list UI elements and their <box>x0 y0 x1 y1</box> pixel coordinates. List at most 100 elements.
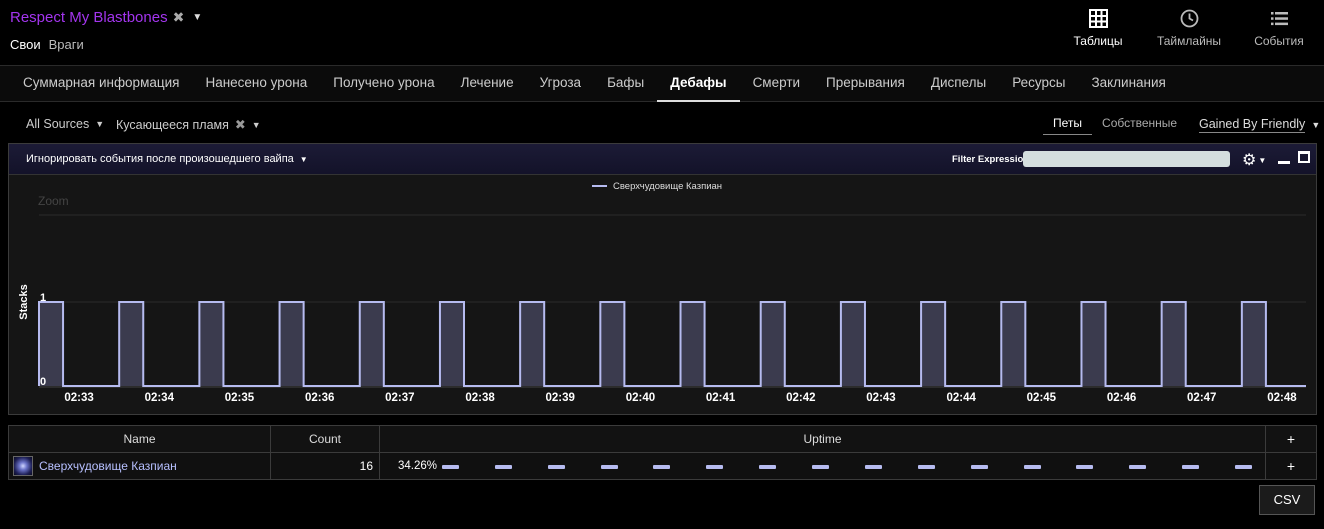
uptime-bar <box>442 465 1252 469</box>
ignore-wipe-dropdown[interactable]: Игнорировать события после произошедшего… <box>26 153 308 165</box>
creature-icon <box>13 456 33 476</box>
tab-damage-taken[interactable]: Получено урона <box>320 66 447 102</box>
report-name[interactable]: Respect My Blastbones <box>10 9 168 26</box>
x-tick-label: 02:42 <box>786 392 815 404</box>
row-plus-button[interactable]: + <box>1265 452 1317 480</box>
faction-tab-friendly[interactable]: Свои <box>10 37 41 52</box>
source-filter-label: All Sources <box>26 117 90 131</box>
tab-deaths[interactable]: Смерти <box>740 66 813 102</box>
row-uptime-percent: 34.26% <box>398 460 438 472</box>
source-filter[interactable]: All Sources ▼ <box>26 117 104 131</box>
uptime-segment <box>494 465 512 469</box>
stack-bar <box>840 302 865 386</box>
chart-grid <box>39 214 1306 388</box>
view-timelines[interactable]: Таймлайны <box>1144 0 1234 66</box>
chevron-down-icon: ▼ <box>299 154 308 164</box>
stack-bar <box>119 302 144 386</box>
stack-bar <box>600 302 625 386</box>
tab-interrupts[interactable]: Прерывания <box>813 66 918 102</box>
tab-resources[interactable]: Ресурсы <box>999 66 1078 102</box>
stack-bar <box>921 302 946 386</box>
pets-option[interactable]: Петы <box>1043 112 1093 135</box>
zoom-label[interactable]: Zoom <box>38 194 69 208</box>
stacks-chart[interactable]: Сверхчудовище Казпиан Zoom Stacks 0 1 02:3… <box>9 175 1316 414</box>
ability-filter[interactable]: Кусающееся пламя ✖ ▼ <box>116 117 261 133</box>
row-name-link[interactable]: Сверхчудовище Казпиан <box>39 459 177 473</box>
filter-expression-input[interactable] <box>1023 151 1230 167</box>
list-icon <box>1270 12 1288 26</box>
chevron-down-icon[interactable]: ▼ <box>252 120 261 130</box>
chart-svg: Сверхчудовище Казпиан Zoom Stacks 0 1 02:3… <box>18 181 1306 404</box>
gained-by-filter[interactable]: Gained By Friendly ▼ <box>1199 117 1320 133</box>
maximize-button[interactable] <box>1298 151 1310 163</box>
row-name-cell: Сверхчудовище Казпиан <box>8 452 271 480</box>
uptime-segment <box>1076 465 1094 469</box>
tab-debuffs[interactable]: Дебафы <box>657 66 740 102</box>
chart-legend: Сверхчудовище Казпиан <box>592 181 722 192</box>
x-tick-label: 02:48 <box>1267 392 1297 404</box>
settings-menu[interactable]: ⚙ ▼ <box>1242 150 1266 170</box>
report-title[interactable]: Respect My Blastbones ✖ ▼ <box>10 9 202 26</box>
chevron-down-icon: ▼ <box>1311 120 1321 130</box>
x-tick-label: 02:47 <box>1187 392 1216 404</box>
ignore-wipe-label: Игнорировать события после произошедшего… <box>26 153 294 165</box>
stack-bar <box>39 302 64 386</box>
csv-button[interactable]: CSV <box>1259 485 1315 515</box>
gear-icon: ⚙ <box>1242 152 1257 169</box>
tab-summary[interactable]: Суммарная информация <box>10 66 192 102</box>
view-events-label: События <box>1254 34 1304 48</box>
x-tick-label: 02:33 <box>64 392 93 404</box>
uptime-segment <box>1235 465 1252 469</box>
x-tick-label: 02:41 <box>706 392 736 404</box>
table-header-row: Name Count Uptime + <box>8 425 1317 453</box>
tab-dispels[interactable]: Диспелы <box>918 66 999 102</box>
table-row[interactable]: Сверхчудовище Казпиан 16 34.26% + <box>8 452 1317 480</box>
row-count: 16 <box>270 452 380 480</box>
x-tick-label: 02:37 <box>385 392 414 404</box>
chevron-down-icon: ▼ <box>95 119 105 129</box>
uptime-segment <box>706 465 724 469</box>
faction-tab-enemies[interactable]: Враги <box>49 37 84 52</box>
tab-threat[interactable]: Угроза <box>527 66 594 102</box>
uptime-segment <box>442 465 459 469</box>
x-tick-label: 02:39 <box>546 392 575 404</box>
minimize-button[interactable] <box>1278 161 1290 164</box>
uptime-segment <box>1023 465 1041 469</box>
view-tables-label: Таблицы <box>1073 34 1123 48</box>
filter-expression-label: Filter Expression: <box>952 154 1033 165</box>
pets-toggle: Петы Собственные <box>1043 112 1187 135</box>
header-plus-button[interactable]: + <box>1265 425 1317 453</box>
x-tick-label: 02:44 <box>946 392 976 404</box>
own-option[interactable]: Собственные <box>1092 112 1187 135</box>
y-tick-label: 0 <box>40 376 46 388</box>
stack-bar <box>199 302 224 386</box>
header-uptime[interactable]: Uptime <box>379 425 1266 453</box>
view-switcher: Таблицы Таймлайны События <box>1052 0 1324 66</box>
faction-tabs: Свои Враги <box>10 37 84 52</box>
tab-casts[interactable]: Заклинания <box>1078 66 1178 102</box>
stack-bar <box>520 302 545 386</box>
report-tabs: Суммарная информация Нанесено урона Полу… <box>0 65 1324 102</box>
y-axis-label: Stacks <box>18 284 30 319</box>
uptime-segment <box>864 465 882 469</box>
view-tables[interactable]: Таблицы <box>1052 0 1144 66</box>
close-icon[interactable]: ✖ <box>173 9 185 26</box>
stack-bar <box>1241 302 1266 386</box>
uptime-segment <box>547 465 565 469</box>
header-count[interactable]: Count <box>270 425 380 453</box>
view-events[interactable]: События <box>1234 0 1324 66</box>
chart-series <box>38 301 1306 387</box>
clear-ability-icon[interactable]: ✖ <box>235 117 246 133</box>
stack-bar <box>439 302 465 386</box>
ability-filter-label: Кусающееся пламя <box>116 118 229 132</box>
tab-damage-done[interactable]: Нанесено урона <box>192 66 320 102</box>
tab-buffs[interactable]: Бафы <box>594 66 657 102</box>
tab-healing[interactable]: Лечение <box>448 66 527 102</box>
gained-by-label: Gained By Friendly <box>1199 117 1306 133</box>
clock-icon <box>1180 9 1198 28</box>
x-tick-label: 02:38 <box>465 392 495 404</box>
chevron-down-icon[interactable]: ▼ <box>192 12 202 23</box>
graph-panel-header: Игнорировать события после произошедшего… <box>9 144 1316 175</box>
header-name[interactable]: Name <box>8 425 271 453</box>
x-tick-label: 02:40 <box>626 392 655 404</box>
